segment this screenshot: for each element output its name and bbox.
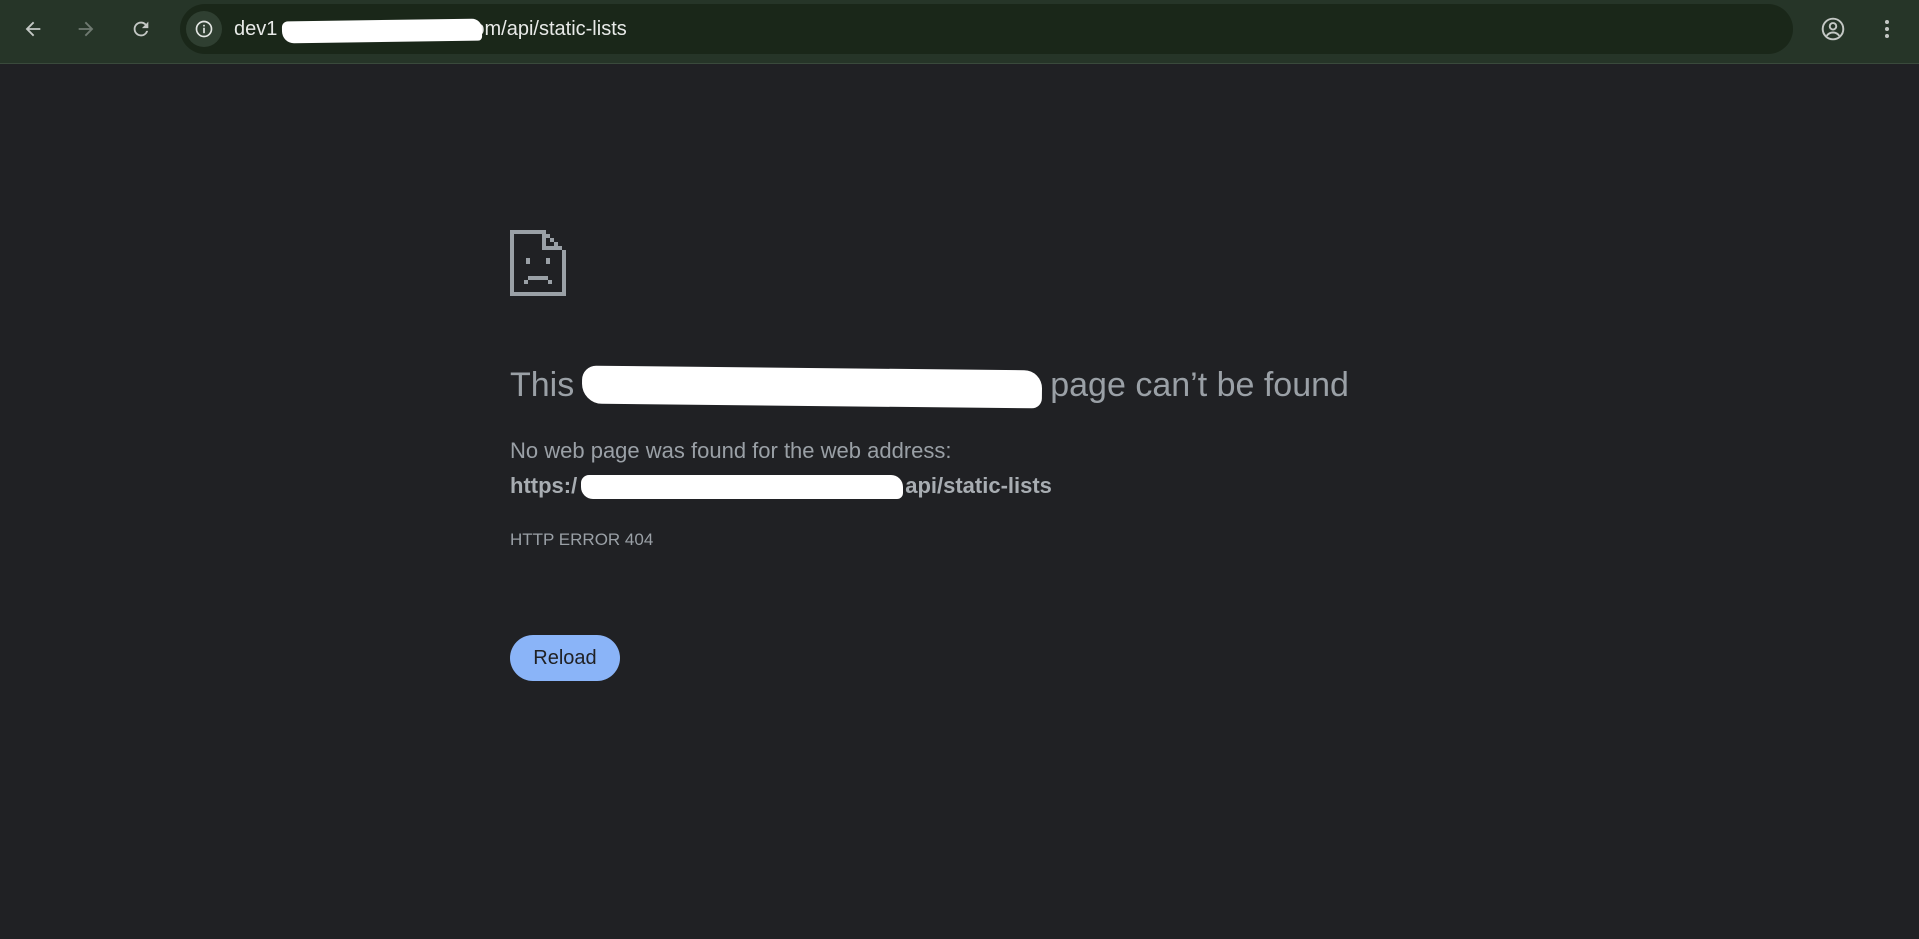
address-suffix: api/static-lists [905,473,1052,498]
headline-redaction [582,365,1043,409]
forward-button[interactable] [66,9,106,49]
site-info-button[interactable] [186,11,222,47]
bookmark-button[interactable] [1915,11,1919,47]
address-bar[interactable]: dev1 om/api/static-lists [180,4,1793,54]
back-button[interactable] [13,9,53,49]
url-prefix: dev1 [234,18,278,40]
info-icon [195,20,213,38]
profile-button[interactable] [1813,9,1853,49]
menu-button[interactable] [1867,9,1907,49]
profile-icon [1821,17,1845,41]
reload-button[interactable] [121,9,161,49]
back-arrow-icon [25,21,41,37]
error-code: HTTP ERROR 404 [510,530,654,549]
url-redaction [281,18,483,44]
reload-page-button[interactable]: Reload [510,635,620,681]
address-prefix: https:/ [510,473,578,498]
browser-toolbar: dev1 om/api/static-lists [0,0,1919,64]
forward-arrow-icon [78,21,94,37]
url-suffix: om/api/static-lists [473,18,627,40]
address-redaction [581,475,904,500]
headline-suffix: page can’t be found [1050,366,1349,404]
error-headline: This page can’t be found [510,365,1349,409]
error-address: https:/ api/static-lists [510,473,1052,500]
error-description: No web page was found for the web addres… [510,438,952,463]
sad-page-icon [510,230,566,296]
more-vert-icon [1885,20,1889,38]
reload-icon [133,21,149,37]
headline-prefix: This [510,366,575,404]
